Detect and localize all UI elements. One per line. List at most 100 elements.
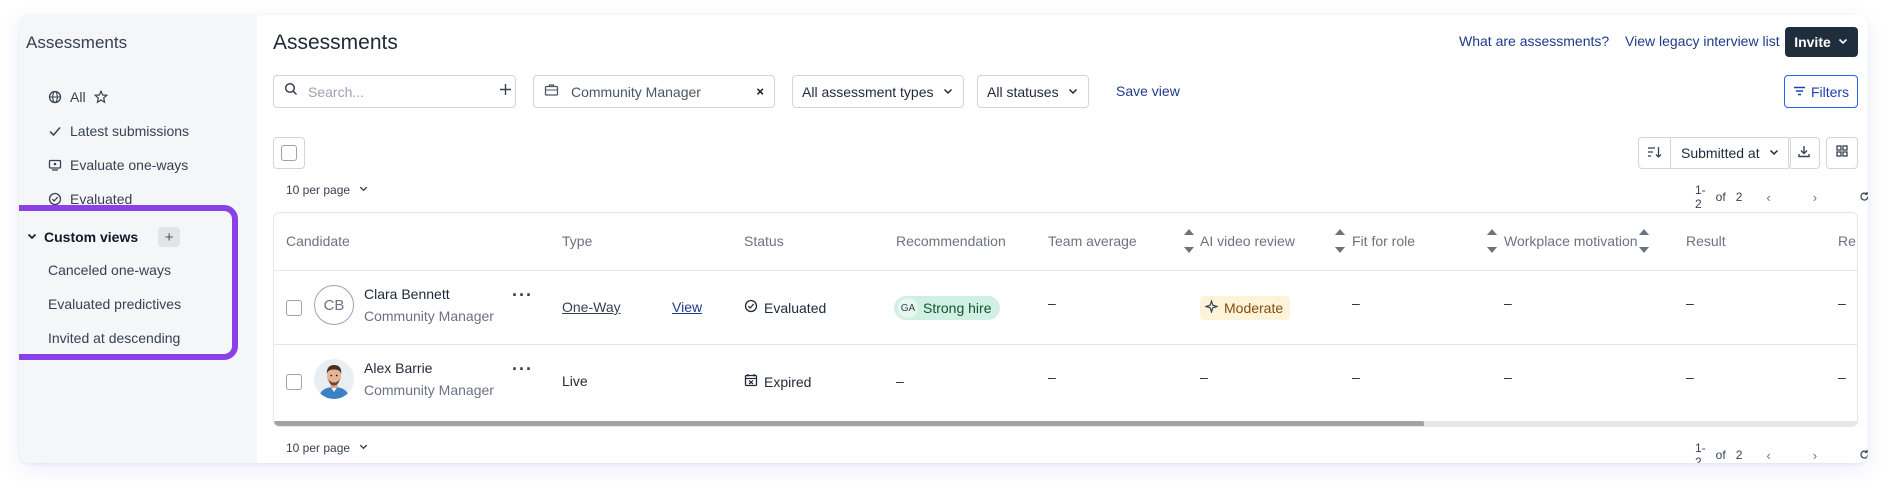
per-page-dropdown-top[interactable]: 10 per page	[286, 183, 369, 197]
more-options-icon[interactable]: ···	[512, 285, 533, 306]
status-cell: Evaluated	[744, 299, 826, 316]
download-button[interactable]	[1788, 137, 1820, 169]
star-icon[interactable]	[93, 90, 108, 104]
col-workplace-motivation[interactable]: Workplace motivation	[1504, 233, 1638, 249]
prev-page-icon[interactable]: ‹	[1766, 190, 1770, 205]
row-checkbox[interactable]	[286, 374, 302, 390]
row-checkbox[interactable]	[286, 300, 302, 316]
scrollbar-thumb[interactable]	[274, 421, 1424, 426]
search-icon	[284, 82, 298, 101]
briefcase-icon	[544, 83, 559, 100]
page-of: of	[1715, 190, 1726, 204]
refresh-icon[interactable]	[1859, 190, 1868, 205]
filter-icon	[1793, 84, 1806, 100]
sort-field-dropdown[interactable]: Submitted at	[1670, 138, 1790, 168]
app-window: Assessments All Latest submissions Evalu…	[19, 15, 1868, 463]
result-cell: –	[1686, 295, 1694, 311]
sort-direction-button[interactable]	[1639, 138, 1670, 168]
legacy-interview-list-link[interactable]: View legacy interview list	[1625, 33, 1780, 49]
candidate-name[interactable]: Clara Bennett	[364, 286, 450, 302]
sort-arrows-icon[interactable]	[1638, 227, 1650, 255]
type-link[interactable]: One-Way	[562, 299, 621, 315]
chevron-down-icon[interactable]	[26, 229, 38, 245]
candidate-name[interactable]: Alex Barrie	[364, 360, 432, 376]
ai-review-label: Moderate	[1224, 300, 1284, 316]
filters-button[interactable]: Filters	[1784, 75, 1858, 108]
custom-view-item[interactable]: Invited at descending	[48, 330, 180, 346]
truncated-cell: –	[1838, 369, 1846, 385]
page-total: 2	[1735, 448, 1743, 462]
col-candidate[interactable]: Candidate	[286, 233, 350, 249]
sort-arrows-icon[interactable]	[1334, 227, 1346, 255]
grid-view-button[interactable]	[1826, 137, 1858, 169]
candidate-role: Community Manager	[364, 308, 494, 324]
per-page-dropdown-bottom[interactable]: 10 per page	[286, 441, 369, 455]
avatar: CB	[314, 285, 354, 325]
status-value: All statuses	[987, 83, 1059, 100]
invite-button[interactable]: Invite	[1785, 27, 1858, 57]
col-recommendation[interactable]: Recommendation	[896, 233, 1006, 249]
custom-view-item[interactable]: Evaluated predictives	[48, 296, 181, 312]
next-page-icon[interactable]: ›	[1813, 190, 1817, 205]
col-truncated[interactable]: Re	[1838, 233, 1856, 249]
truncated-cell: –	[1838, 295, 1846, 311]
plus-icon[interactable]	[499, 83, 512, 101]
prev-page-icon[interactable]: ‹	[1766, 448, 1770, 463]
col-result[interactable]: Result	[1686, 233, 1726, 249]
col-status[interactable]: Status	[744, 233, 784, 249]
recommendation-label: Strong hire	[923, 300, 992, 316]
add-custom-view-button[interactable]: +	[158, 227, 181, 247]
search-input[interactable]	[308, 83, 489, 100]
type-label[interactable]: One-Way	[562, 299, 621, 315]
custom-views-header[interactable]: Custom views +	[26, 227, 181, 247]
view-link[interactable]: View	[672, 299, 702, 315]
sort-arrows-icon[interactable]	[1183, 227, 1195, 255]
col-fit-for-role[interactable]: Fit for role	[1352, 233, 1415, 249]
status-dropdown[interactable]: All statuses	[977, 75, 1089, 108]
avatar	[314, 359, 354, 399]
status-cell: Expired	[744, 373, 811, 390]
sidebar-item-latest-submissions[interactable]: Latest submissions	[48, 121, 189, 141]
sidebar-item-evaluate-one-ways[interactable]: Evaluate one-ways	[48, 155, 188, 175]
custom-view-item[interactable]: Canceled one-ways	[48, 262, 171, 278]
job-filter-chip[interactable]: Community Manager ×	[533, 75, 775, 108]
save-view-link[interactable]: Save view	[1116, 83, 1180, 99]
chevron-down-icon	[1768, 145, 1780, 161]
type-cell: Live	[562, 373, 588, 389]
pager-top: 1-2 of 2 ‹ ›	[1695, 183, 1868, 211]
horizontal-scrollbar[interactable]	[274, 421, 1857, 426]
more-options-icon[interactable]: ···	[512, 359, 533, 380]
calendar-x-icon	[744, 373, 758, 390]
page-of: of	[1715, 448, 1726, 462]
sort-arrows-icon[interactable]	[1486, 227, 1498, 255]
per-page-value: 10 per page	[286, 441, 351, 455]
clear-job-filter-icon[interactable]: ×	[756, 84, 764, 99]
col-type[interactable]: Type	[562, 233, 592, 249]
view-label[interactable]: View	[672, 299, 702, 315]
status-label: Evaluated	[764, 299, 827, 316]
chevron-down-icon	[1067, 84, 1079, 100]
chevron-down-icon	[942, 84, 954, 100]
sidebar-item-all[interactable]: All	[48, 87, 108, 107]
recommendation-tag: GA	[898, 298, 918, 318]
next-page-icon[interactable]: ›	[1813, 448, 1817, 463]
status-label: Expired	[764, 373, 812, 390]
select-all-checkbox[interactable]	[281, 145, 297, 161]
main-content: Assessments What are assessments? View l…	[257, 15, 1868, 463]
check-circle-icon	[48, 192, 62, 206]
sort-control: Submitted at	[1638, 137, 1791, 169]
pager-bottom: 1-2 of 2 ‹ ›	[1695, 441, 1868, 463]
check-circle-icon	[744, 299, 758, 316]
sidebar-item-label: Latest submissions	[70, 123, 190, 139]
col-ai-video-review[interactable]: AI video review	[1200, 233, 1295, 249]
sort-icon	[1647, 145, 1662, 162]
what-are-assessments-link[interactable]: What are assessments?	[1459, 33, 1609, 49]
table-row[interactable]: Alex Barrie Community Manager ··· Live E…	[274, 345, 1857, 419]
col-team-average[interactable]: Team average	[1048, 233, 1137, 249]
assessment-type-dropdown[interactable]: All assessment types	[792, 75, 964, 108]
assessments-table: Candidate Type Status Recommendation Tea…	[273, 212, 1858, 427]
sort-field-value: Submitted at	[1681, 145, 1760, 161]
custom-views-title: Custom views	[44, 229, 139, 245]
refresh-icon[interactable]	[1859, 448, 1868, 463]
table-row[interactable]: CB Clara Bennett Community Manager ··· O…	[274, 271, 1857, 345]
